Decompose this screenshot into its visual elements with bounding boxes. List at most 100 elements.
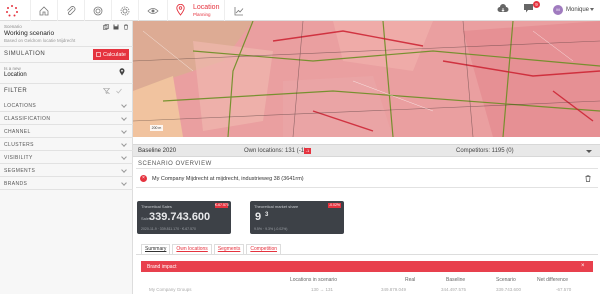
own-locations-count: Own locations: 131 (-1) bbox=[244, 148, 307, 154]
table-row[interactable]: My Company Groups 130 → 131 349.879.049 … bbox=[141, 287, 593, 294]
remove-change-icon[interactable]: × bbox=[140, 175, 147, 182]
column-header: Scenario bbox=[496, 277, 516, 283]
kpi-value: 339.743.600 bbox=[149, 211, 211, 223]
brand-impact-label: Brand impact bbox=[147, 264, 177, 270]
competitors-count: Competitors: 1195 (0) bbox=[456, 148, 514, 154]
nav-settings-button[interactable] bbox=[111, 0, 137, 21]
table-cell: 339.743.600 bbox=[496, 287, 522, 292]
kpi-percent-value: 3 bbox=[265, 212, 269, 218]
scenario-actions bbox=[103, 24, 129, 30]
section-visibility[interactable]: VISIBILITY bbox=[0, 151, 133, 164]
section-locations[interactable]: LOCATIONS bbox=[0, 99, 133, 112]
home-icon bbox=[39, 5, 48, 15]
kpi-tag: Theoretical Sales bbox=[141, 204, 172, 209]
nav-active-subtitle: Planning bbox=[193, 12, 211, 17]
sidebar: Scenario Working scenario Based on Geldr… bbox=[0, 21, 133, 294]
result-tabs: Summary Own locations Segments Competiti… bbox=[141, 244, 282, 254]
chevron-down-icon bbox=[121, 102, 127, 108]
section-label: BRANDS bbox=[4, 181, 28, 187]
column-header: Locations in scenario bbox=[290, 277, 337, 283]
scenario-based-on: Based on Geldrom locatie Mijdrecht bbox=[4, 38, 76, 43]
cloud-download-button[interactable] bbox=[497, 4, 509, 16]
kpi-tag: Theoretical market share bbox=[254, 204, 299, 209]
logo-icon bbox=[6, 4, 18, 16]
line-chart-icon bbox=[234, 6, 244, 15]
clear-filter-icon[interactable] bbox=[103, 88, 110, 94]
nav-location-planning-tab[interactable]: Location Planning bbox=[167, 0, 225, 21]
kpi-badge: €-67.570 bbox=[215, 203, 229, 208]
calculator-icon bbox=[96, 52, 101, 57]
tab-segments[interactable]: Segments bbox=[213, 244, 245, 254]
kpi-foot: 2020-11-9 · 339.811.170 · €-67.570 bbox=[141, 227, 196, 231]
map-view[interactable]: 200 m bbox=[133, 21, 600, 137]
chevron-down-icon bbox=[121, 180, 127, 186]
nav-attach-button[interactable] bbox=[57, 0, 83, 21]
check-icon[interactable] bbox=[116, 88, 122, 94]
filter-heading: FILTER bbox=[4, 88, 28, 94]
target-icon bbox=[93, 6, 102, 15]
calculate-button[interactable]: Calculate bbox=[93, 49, 129, 60]
column-header: Net difference bbox=[537, 277, 569, 283]
chevron-down-icon bbox=[121, 141, 127, 147]
kpi-value: 9 bbox=[255, 211, 262, 223]
paperclip-icon bbox=[66, 5, 75, 15]
baseline-bar[interactable]: Baseline 2020 Own locations: 131 (-1) -1… bbox=[133, 144, 600, 157]
scenario-change-text: My Company Mijdrecht at mijdrecht, indus… bbox=[152, 176, 304, 182]
section-label: CLASSIFICATION bbox=[4, 116, 51, 122]
nav-active-title: Location bbox=[193, 4, 220, 11]
chevron-down-icon bbox=[121, 167, 127, 173]
scenario-change-row[interactable]: × My Company Mijdrecht at mijdrecht, ind… bbox=[136, 168, 598, 188]
scenario-overview-title: SCENARIO OVERVIEW bbox=[138, 161, 212, 167]
baseline-name: Baseline 2020 bbox=[138, 148, 177, 154]
section-label: CLUSTERS bbox=[4, 142, 34, 148]
column-header: Real bbox=[405, 277, 416, 283]
section-segments[interactable]: SEGMENTS bbox=[0, 164, 133, 177]
column-header: Baseline bbox=[446, 277, 466, 283]
avatar[interactable]: M bbox=[553, 5, 563, 15]
chevron-down-icon[interactable] bbox=[586, 150, 592, 153]
user-name[interactable]: Monique bbox=[566, 7, 589, 13]
app-logo[interactable] bbox=[0, 0, 24, 21]
tab-competition[interactable]: Competition bbox=[246, 244, 282, 254]
top-navigation-bar: Location Planning 9 M Monique bbox=[0, 0, 600, 21]
own-delta-chip: -1 bbox=[304, 148, 311, 154]
brand-impact-bar[interactable]: Brand impact × bbox=[141, 261, 593, 272]
calculate-label: Calculate bbox=[103, 51, 126, 58]
tab-own-locations[interactable]: Own locations bbox=[172, 244, 212, 254]
scenario-title: Working scenario bbox=[4, 30, 55, 37]
section-clusters[interactable]: CLUSTERS bbox=[0, 138, 133, 151]
tab-summary[interactable]: Summary bbox=[141, 244, 171, 254]
notification-badge: 9 bbox=[533, 1, 540, 8]
filter-actions bbox=[103, 88, 122, 94]
map-scale: 200 m bbox=[150, 125, 163, 131]
table-cell: 349.879.049 bbox=[381, 287, 407, 292]
kpi-foot: 9.5% · 9.3% (-0.02%) bbox=[254, 227, 288, 231]
section-label: VISIBILITY bbox=[4, 155, 33, 161]
trash-icon[interactable] bbox=[585, 175, 591, 182]
eye-icon bbox=[146, 7, 159, 14]
section-label: CHANNEL bbox=[4, 129, 31, 135]
nav-view-button[interactable] bbox=[138, 0, 166, 21]
copy-icon[interactable] bbox=[103, 24, 109, 30]
section-channel[interactable]: CHANNEL bbox=[0, 125, 133, 138]
nav-target-button[interactable] bbox=[84, 0, 110, 21]
nav-chart-button[interactable] bbox=[226, 0, 252, 21]
chevron-down-icon bbox=[121, 115, 127, 121]
nav-home-button[interactable] bbox=[30, 0, 56, 21]
close-icon[interactable]: × bbox=[581, 263, 585, 269]
delete-icon[interactable] bbox=[123, 24, 129, 30]
table-cell: 344.497.575 bbox=[441, 287, 467, 292]
map-pin-icon bbox=[176, 4, 185, 16]
kpi-card-sales: Theoretical Sales €-67.570 Sales 339.743… bbox=[137, 201, 231, 234]
section-classification[interactable]: CLASSIFICATION bbox=[0, 112, 133, 125]
location-pin-icon[interactable] bbox=[119, 68, 125, 76]
heatmap-layer bbox=[133, 21, 600, 137]
user-menu-chevron-down-icon[interactable] bbox=[590, 8, 594, 11]
save-icon[interactable] bbox=[113, 24, 119, 30]
location-label: Location bbox=[4, 72, 27, 78]
location-small-label: Is a new bbox=[4, 66, 21, 71]
table-cell: 130 → 131 bbox=[311, 287, 334, 292]
section-brands[interactable]: BRANDS bbox=[0, 177, 133, 190]
kpi-card-market-share: Theoretical market share -0.02% 9 3 9.5%… bbox=[250, 201, 344, 234]
table-cell: My Company Groups bbox=[149, 287, 192, 292]
